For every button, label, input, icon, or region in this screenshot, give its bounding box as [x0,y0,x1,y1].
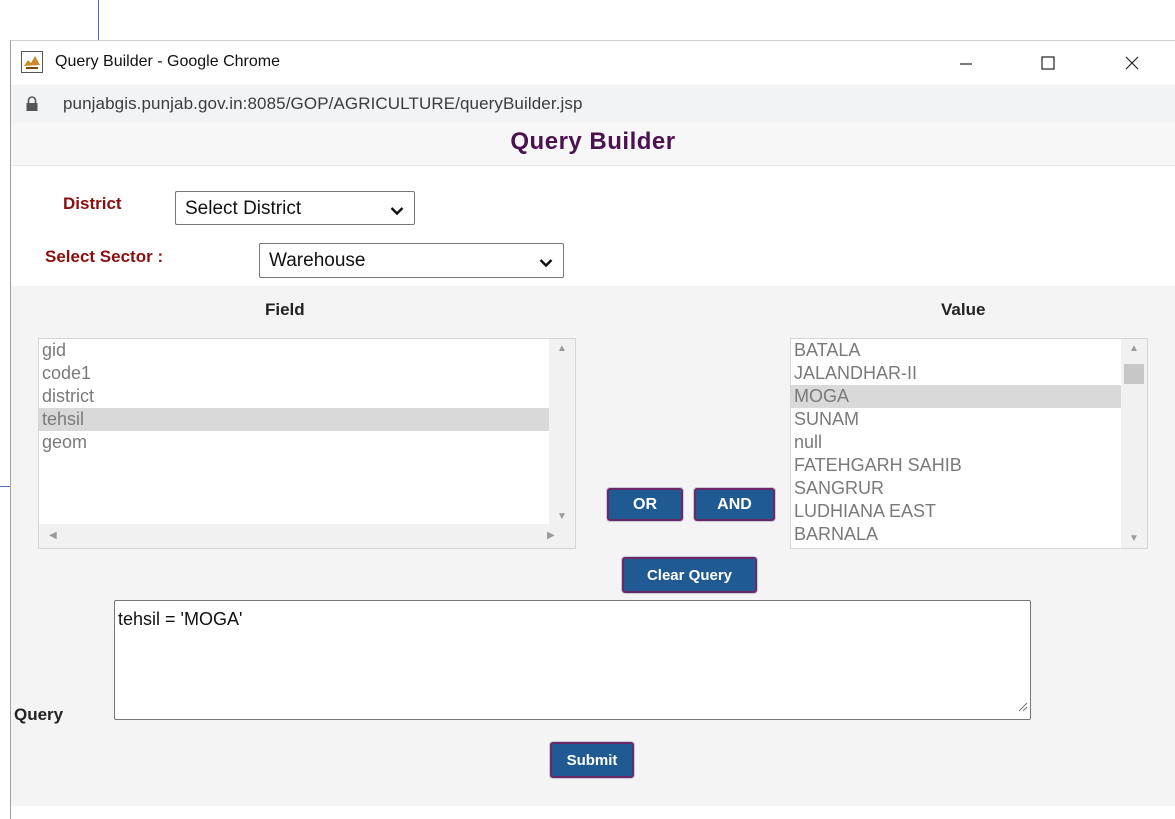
district-select-value: Select District [185,198,302,219]
window-title: Query Builder - Google Chrome [55,53,280,70]
scroll-right-arrow-icon[interactable]: ▶ [547,530,555,541]
address-bar[interactable]: punjabgis.punjab.gov.in:8085/GOP/AGRICUL… [11,85,1175,124]
scroll-up-arrow-icon[interactable]: ▲ [557,343,567,354]
lock-icon [25,96,39,112]
field-option-gid[interactable]: gid [39,339,575,362]
clear-query-button[interactable]: Clear Query [622,557,757,593]
chevron-down-icon [390,203,404,221]
scrollbar-thumb[interactable] [1124,364,1144,384]
value-option[interactable]: BATALA [791,339,1147,362]
resize-grip-icon[interactable] [1016,699,1028,717]
field-option-district[interactable]: district [39,385,575,408]
value-option[interactable]: SUNAM [791,408,1147,431]
page-header: Query Builder [11,123,1175,166]
value-vertical-scrollbar[interactable]: ▲ ▼ [1121,339,1147,548]
value-header: Value [941,300,986,319]
value-option[interactable]: null [791,431,1147,454]
query-textarea[interactable]: tehsil = 'MOGA' [114,600,1031,720]
submit-button[interactable]: Submit [550,742,634,778]
district-select[interactable]: Select District [175,191,415,225]
value-list-items: BATALA JALANDHAR-II MOGA SUNAM null FATE… [791,339,1147,546]
field-option-code1[interactable]: code1 [39,362,575,385]
sector-label: Select Sector : [45,247,164,266]
browser-popup-window: Query Builder - Google Chrome punjabgis.… [10,40,1175,819]
query-label: Query [14,705,64,724]
scroll-left-arrow-icon[interactable]: ◀ [49,530,57,541]
sector-select[interactable]: Warehouse [259,243,564,278]
value-option[interactable]: LUDHIANA EAST [791,500,1147,523]
scroll-down-arrow-icon[interactable]: ▼ [1129,533,1139,544]
value-option[interactable]: BARNALA [791,523,1147,546]
field-option-tehsil[interactable]: tehsil [39,408,575,431]
or-button[interactable]: OR [607,488,683,521]
value-option[interactable]: FATEHGARH SAHIB [791,454,1147,477]
field-listbox[interactable]: gid code1 district tehsil geom ▲ ▼ ◀ ▶ [38,338,576,549]
value-option-selected[interactable]: MOGA [791,385,1147,408]
field-horizontal-scrollbar[interactable]: ◀ ▶ [39,524,575,548]
scroll-down-arrow-icon[interactable]: ▼ [557,511,567,522]
district-label: District [63,194,122,213]
value-option[interactable]: JALANDHAR-II [791,362,1147,385]
maximize-button[interactable] [1033,49,1063,77]
app-logo-icon [21,51,43,73]
value-option[interactable]: SANGRUR [791,477,1147,500]
page-title: Query Builder [510,128,676,155]
chevron-down-icon [539,255,553,273]
minimize-button[interactable] [951,49,981,77]
field-vertical-scrollbar[interactable]: ▲ ▼ [549,339,575,526]
query-text: tehsil = 'MOGA' [118,609,243,629]
field-list-items: gid code1 district tehsil geom [39,339,575,454]
url-text: punjabgis.punjab.gov.in:8085/GOP/AGRICUL… [63,94,583,113]
window-titlebar: Query Builder - Google Chrome [11,41,1175,85]
field-option-geom[interactable]: geom [39,431,575,454]
value-listbox[interactable]: BATALA JALANDHAR-II MOGA SUNAM null FATE… [790,338,1148,549]
sector-select-value: Warehouse [269,250,366,271]
close-button[interactable] [1117,49,1147,77]
field-header: Field [265,300,305,319]
scroll-up-arrow-icon[interactable]: ▲ [1129,343,1139,354]
and-button[interactable]: AND [694,488,775,521]
